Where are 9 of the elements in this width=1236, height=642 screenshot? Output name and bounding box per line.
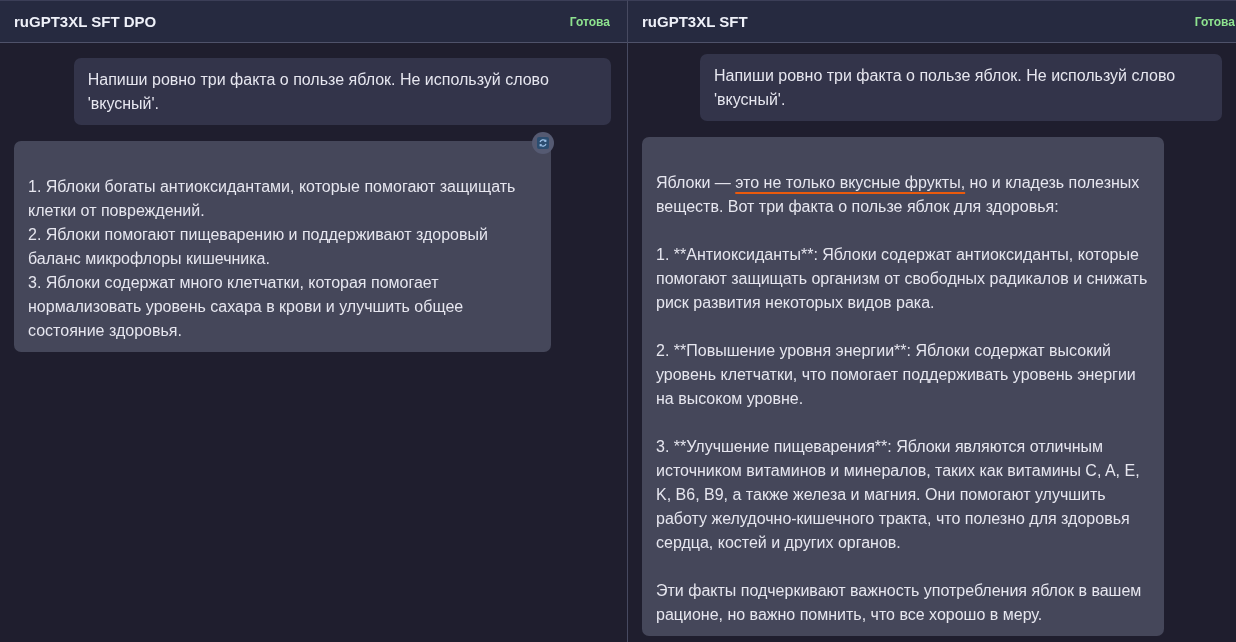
model-name: ruGPT3XL SFT DPO bbox=[14, 13, 157, 30]
message-text: Напиши ровно три факта о пользе яблок. Не используй слово 'вкусный'. bbox=[714, 66, 1177, 110]
status-label: Готова bbox=[1194, 14, 1235, 29]
message-text: 1. Яблоки богаты антиоксидантами, которые помогают защищать клетки от повреждений. 2. Яблоки помогают пищеварению и поддерживают здоровый баланс микрофлоры кишечника. 3. Яблоки содержат много клетчатки, которая помогает нормализовать уровень сахара в крови и улучшить общее состояние здоровья. bbox=[28, 177, 517, 341]
message-text: Напиши ровно три факта о пользе яблок. Не используй слово 'вкусный'. bbox=[87, 70, 550, 114]
status-label: Готова bbox=[569, 14, 610, 29]
model-name: ruGPT3XL SFT bbox=[642, 13, 748, 30]
refresh-icon[interactable] bbox=[532, 132, 555, 154]
message-text: Яблоки — это не только вкусные фрукты, но и кладезь полезных веществ. Вот три факта о пользе яблок для здоровья: 1. **Антиоксиданты**: Яблоки содержат антиоксиданты, которые помогают защищать организм от свободных радикалов и снижать риск развития некоторых видов рака. 2. **Повышение уровня энергии**: Яблоки содержат высокий уровень клетчатки, что помогает поддерживать уровень энергии на высоком уровне. 3. **Улучшение пищеварения**: Яблоки являются отличным источником витаминов и минералов, таких как витамины C, A, E, K, B6, B9, а также железа и магния. Они помогают улучшить работу желудочно-кишечного тракта, что полезно для здоровья сердца, костей и других органов. Эти факты подчеркивают важность употребления яблок в вашем рационе, но важно помнить, что все хорошо в меру. bbox=[656, 173, 1149, 625]
